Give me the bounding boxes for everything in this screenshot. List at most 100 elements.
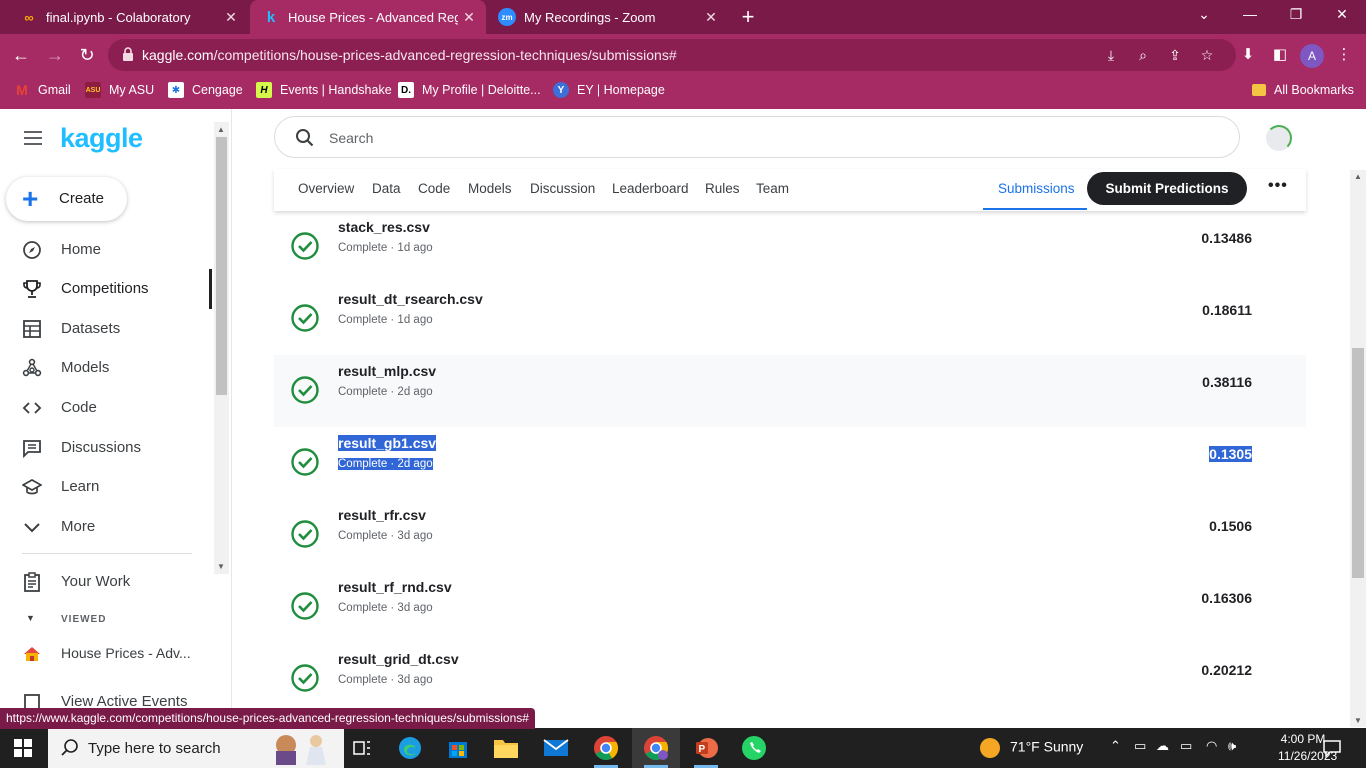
sidebar-item-models[interactable]: Models bbox=[0, 348, 212, 388]
browser-tab-colab[interactable]: ∞ final.ipynb - Colaboratory ✕ bbox=[0, 0, 248, 34]
taskbar-search-input[interactable]: Type here to search bbox=[48, 728, 344, 768]
close-icon[interactable]: ✕ bbox=[702, 8, 720, 26]
submit-predictions-button[interactable]: Submit Predictions bbox=[1087, 172, 1247, 205]
tab-overview[interactable]: Overview bbox=[298, 181, 354, 196]
weather-widget[interactable]: 71°F Sunny bbox=[980, 738, 1083, 758]
bookmark-ey[interactable]: Y EY | Homepage bbox=[553, 76, 665, 104]
submission-row[interactable]: result_mlp.csv Complete · 2d ago 0.38116 bbox=[274, 355, 1306, 427]
tab-rules[interactable]: Rules bbox=[705, 181, 740, 196]
minimize-button[interactable]: — bbox=[1238, 6, 1262, 22]
profile-avatar[interactable]: A bbox=[1300, 44, 1324, 68]
downloads-icon[interactable]: ⬇ bbox=[1238, 45, 1258, 65]
page-scrollbar[interactable]: ▲ ▼ bbox=[1350, 170, 1366, 727]
close-icon[interactable]: ✕ bbox=[222, 8, 240, 26]
sidebar-item-discussions[interactable]: Discussions bbox=[0, 428, 212, 468]
edge-icon[interactable] bbox=[386, 728, 434, 768]
scroll-down-icon[interactable]: ▼ bbox=[1354, 716, 1362, 725]
powerpoint-icon[interactable]: P bbox=[682, 728, 730, 768]
collapse-viewed-icon[interactable]: ▼ bbox=[26, 613, 35, 623]
browser-tab-zoom[interactable]: zm My Recordings - Zoom ✕ bbox=[488, 0, 728, 34]
hamburger-menu-icon[interactable] bbox=[24, 131, 42, 145]
submission-filename[interactable]: result_mlp.csv bbox=[338, 363, 436, 379]
reload-button[interactable]: ↻ bbox=[76, 44, 98, 66]
submission-filename[interactable]: result_gb1.csv bbox=[338, 435, 437, 451]
wifi-icon[interactable]: ◠ bbox=[1206, 738, 1217, 754]
bookmark-gmail[interactable]: M Gmail bbox=[14, 76, 71, 104]
chrome-profile-icon[interactable] bbox=[632, 728, 680, 768]
zoom-icon[interactable]: ⌕ bbox=[1134, 46, 1152, 64]
tab-search-button[interactable]: ⌄ bbox=[1192, 6, 1216, 23]
tab-discussion[interactable]: Discussion bbox=[530, 181, 595, 196]
sidebar-item-more[interactable]: More bbox=[0, 507, 212, 547]
task-view-icon[interactable] bbox=[338, 728, 386, 768]
bookmark-handshake[interactable]: H Events | Handshake bbox=[256, 76, 392, 104]
forward-button[interactable]: → bbox=[44, 44, 66, 66]
sidebar-item-code[interactable]: Code bbox=[0, 388, 212, 428]
bookmark-cengage[interactable]: ✱ Cengage bbox=[168, 76, 243, 104]
tab-submissions[interactable]: Submissions bbox=[998, 181, 1075, 196]
submission-row[interactable]: stack_res.csv Complete · 1d ago 0.13486 bbox=[274, 211, 1306, 283]
volume-icon[interactable]: 🕪 bbox=[1228, 738, 1236, 754]
tab-data[interactable]: Data bbox=[372, 181, 401, 196]
submission-row[interactable]: result_rfr.csv Complete · 3d ago 0.1506 bbox=[274, 499, 1306, 571]
submission-row[interactable]: result_rf_rnd.csv Complete · 3d ago 0.16… bbox=[274, 571, 1306, 643]
tab-models[interactable]: Models bbox=[468, 181, 512, 196]
sidebar-item-competitions[interactable]: Competitions bbox=[0, 269, 212, 309]
submission-row[interactable]: result_grid_dt.csv Complete · 3d ago 0.2… bbox=[274, 643, 1306, 709]
browser-tab-kaggle[interactable]: k House Prices - Advanced Regres ✕ bbox=[250, 0, 486, 34]
bookmark-star-icon[interactable]: ☆ bbox=[1198, 46, 1216, 64]
submission-filename[interactable]: result_rf_rnd.csv bbox=[338, 579, 452, 595]
address-bar[interactable]: kaggle.com/competitions/house-prices-adv… bbox=[108, 39, 1236, 71]
submission-filename[interactable]: result_dt_rsearch.csv bbox=[338, 291, 483, 307]
create-button[interactable]: + Create bbox=[6, 177, 127, 221]
scroll-down-icon[interactable]: ▼ bbox=[217, 562, 225, 571]
user-avatar[interactable] bbox=[1266, 125, 1292, 151]
tab-leaderboard[interactable]: Leaderboard bbox=[612, 181, 689, 196]
submission-filename[interactable]: result_rfr.csv bbox=[338, 507, 426, 523]
side-panel-icon[interactable]: ◧ bbox=[1270, 45, 1290, 65]
sidebar-item-viewed-house-prices[interactable]: House Prices - Adv... bbox=[0, 634, 212, 674]
sidebar-item-home[interactable]: Home bbox=[0, 230, 212, 270]
sidebar-item-your-work[interactable]: Your Work bbox=[0, 562, 212, 602]
close-window-button[interactable]: ✕ bbox=[1330, 6, 1354, 23]
sidebar-item-active-events[interactable]: View Active Events bbox=[0, 682, 212, 709]
kaggle-logo[interactable]: kaggle bbox=[60, 123, 143, 154]
scroll-up-icon[interactable]: ▲ bbox=[217, 125, 225, 134]
notifications-icon[interactable] bbox=[1322, 738, 1342, 758]
install-app-icon[interactable]: ⤓ bbox=[1102, 46, 1120, 64]
back-button[interactable]: ← bbox=[10, 44, 32, 66]
whatsapp-icon[interactable] bbox=[730, 728, 778, 768]
windows-start-icon[interactable] bbox=[14, 739, 32, 757]
submission-filename[interactable]: stack_res.csv bbox=[338, 219, 430, 235]
submission-row[interactable]: result_dt_rsearch.csv Complete · 1d ago … bbox=[274, 283, 1306, 355]
meet-now-icon[interactable]: ▭ bbox=[1134, 738, 1146, 754]
microsoft-store-icon[interactable] bbox=[434, 728, 482, 768]
sidebar-scrollbar[interactable]: ▲ ▼ bbox=[214, 122, 229, 574]
all-bookmarks[interactable]: All Bookmarks bbox=[1252, 76, 1354, 104]
scrollbar-thumb[interactable] bbox=[216, 137, 227, 395]
sidebar-item-datasets[interactable]: Datasets bbox=[0, 309, 212, 349]
mail-icon[interactable] bbox=[532, 728, 580, 768]
chrome-icon[interactable] bbox=[582, 728, 630, 768]
new-tab-button[interactable]: + bbox=[736, 4, 760, 30]
scrollbar-thumb[interactable] bbox=[1352, 348, 1364, 578]
close-icon[interactable]: ✕ bbox=[460, 8, 478, 26]
battery-icon[interactable]: ▭ bbox=[1180, 738, 1192, 754]
restore-button[interactable]: ❐ bbox=[1284, 6, 1308, 23]
share-icon[interactable]: ⇪ bbox=[1166, 46, 1184, 64]
submission-filename[interactable]: result_grid_dt.csv bbox=[338, 651, 459, 667]
system-clock[interactable]: 4:00 PM 11/26/2023 bbox=[1278, 731, 1337, 765]
file-explorer-icon[interactable] bbox=[482, 728, 530, 768]
sidebar-item-learn[interactable]: Learn bbox=[0, 467, 212, 507]
bookmark-deloitte[interactable]: D. My Profile | Deloitte... bbox=[398, 76, 541, 104]
search-input[interactable]: Search bbox=[274, 116, 1240, 158]
submission-row-selected[interactable]: result_gb1.csv Complete · 2d ago 0.1305 bbox=[274, 427, 1306, 499]
tab-team[interactable]: Team bbox=[756, 181, 789, 196]
scroll-up-icon[interactable]: ▲ bbox=[1354, 172, 1362, 181]
menu-icon[interactable]: ⋮ bbox=[1334, 45, 1354, 65]
bookmark-my-asu[interactable]: ASU My ASU bbox=[85, 76, 154, 104]
show-hidden-icons-icon[interactable]: ⌃ bbox=[1110, 738, 1121, 754]
more-options-icon[interactable]: ••• bbox=[1268, 177, 1288, 195]
onedrive-icon[interactable]: ☁ bbox=[1156, 738, 1169, 754]
tab-code[interactable]: Code bbox=[418, 181, 450, 196]
